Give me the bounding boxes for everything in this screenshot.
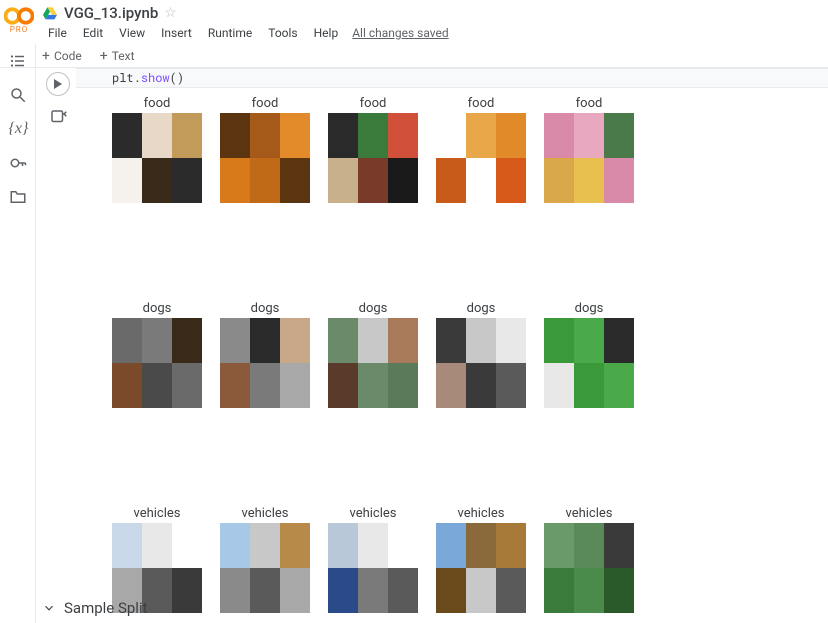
image-caption: food — [252, 96, 279, 111]
image-caption: food — [468, 96, 495, 111]
clear-output-button[interactable] — [47, 106, 69, 128]
output-image-item: vehicles — [220, 506, 310, 613]
output-image-item: food — [220, 96, 310, 203]
image-caption: vehicles — [458, 506, 505, 521]
menu-tools[interactable]: Tools — [262, 24, 303, 42]
menu-insert[interactable]: Insert — [155, 24, 198, 42]
output-image-item: vehicles — [544, 506, 634, 613]
secrets-icon[interactable] — [9, 154, 27, 172]
image-caption: dogs — [143, 301, 172, 316]
code-cell[interactable]: plt.show() — [76, 68, 828, 88]
plus-icon: + — [100, 48, 108, 64]
image-caption: dogs — [575, 301, 604, 316]
code-token: show — [141, 70, 170, 86]
image-thumbnail — [544, 318, 634, 408]
section-heading: Sample Split — [64, 599, 148, 617]
toc-icon[interactable] — [9, 52, 27, 70]
section-heading-row[interactable]: Sample Split — [36, 599, 148, 617]
add-code-label: Code — [54, 49, 82, 63]
left-rail: {x} — [0, 44, 36, 623]
add-text-button[interactable]: + Text — [96, 46, 139, 66]
code-token: . — [134, 70, 141, 86]
image-thumbnail — [328, 113, 418, 203]
output-image-item: dogs — [328, 301, 418, 408]
output-row: dogs dogs dogs dogs dogs — [112, 301, 828, 408]
image-thumbnail — [436, 523, 526, 613]
add-code-button[interactable]: + Code — [38, 46, 86, 66]
image-caption: vehicles — [242, 506, 289, 521]
image-thumbnail — [436, 318, 526, 408]
image-caption: vehicles — [566, 506, 613, 521]
menu-help[interactable]: Help — [308, 24, 345, 42]
image-thumbnail — [328, 523, 418, 613]
menu-bar: File Edit View Insert Runtime Tools Help… — [42, 24, 449, 42]
output-image-item: food — [436, 96, 526, 203]
image-thumbnail — [220, 318, 310, 408]
image-caption: vehicles — [134, 506, 181, 521]
menu-view[interactable]: View — [113, 24, 151, 42]
output-image-item: food — [328, 96, 418, 203]
output-row: food food food food food — [112, 96, 828, 203]
image-thumbnail — [112, 113, 202, 203]
pro-badge: PRO — [0, 25, 40, 34]
plus-icon: + — [42, 48, 50, 64]
notebook-title[interactable]: VGG_13.ipynb — [64, 4, 158, 22]
colab-logo[interactable]: PRO — [0, 1, 40, 34]
files-icon[interactable] — [9, 188, 27, 206]
image-caption: food — [576, 96, 603, 111]
gdrive-icon — [42, 6, 58, 20]
chevron-down-icon — [42, 601, 56, 615]
image-caption: dogs — [467, 301, 496, 316]
image-thumbnail — [220, 113, 310, 203]
image-caption: dogs — [359, 301, 388, 316]
cell-output: foodfoodfoodfoodfooddogsdogsdogsdogsdogs… — [112, 92, 828, 623]
output-image-item: dogs — [112, 301, 202, 408]
image-caption: dogs — [251, 301, 280, 316]
image-caption: vehicles — [350, 506, 397, 521]
menu-runtime[interactable]: Runtime — [202, 24, 258, 42]
output-image-item: food — [112, 96, 202, 203]
image-thumbnail — [436, 113, 526, 203]
code-token: () — [170, 70, 184, 86]
output-image-item: vehicles — [328, 506, 418, 613]
run-cell-button[interactable] — [46, 72, 70, 96]
image-thumbnail — [544, 113, 634, 203]
code-token: plt — [112, 70, 134, 86]
menu-file[interactable]: File — [42, 24, 73, 42]
add-text-label: Text — [112, 49, 135, 63]
output-image-item: food — [544, 96, 634, 203]
image-thumbnail — [220, 523, 310, 613]
save-status[interactable]: All changes saved — [352, 26, 448, 40]
output-image-item: dogs — [220, 301, 310, 408]
image-caption: food — [144, 96, 171, 111]
output-row: vehicles vehicles vehicles vehicles vehicles — [112, 506, 828, 613]
output-image-item: dogs — [544, 301, 634, 408]
image-thumbnail — [112, 318, 202, 408]
output-image-item: dogs — [436, 301, 526, 408]
star-icon[interactable]: ☆ — [164, 5, 177, 21]
cell-toolbar: + Code + Text — [38, 44, 139, 68]
clear-output-icon — [49, 108, 67, 126]
play-icon — [53, 79, 63, 89]
menu-edit[interactable]: Edit — [77, 24, 109, 42]
variables-icon[interactable]: {x} — [9, 120, 27, 138]
search-icon[interactable] — [9, 86, 27, 104]
image-caption: food — [360, 96, 387, 111]
image-thumbnail — [328, 318, 418, 408]
output-image-item: vehicles — [436, 506, 526, 613]
output-image-item: vehicles — [112, 506, 202, 613]
image-thumbnail — [544, 523, 634, 613]
